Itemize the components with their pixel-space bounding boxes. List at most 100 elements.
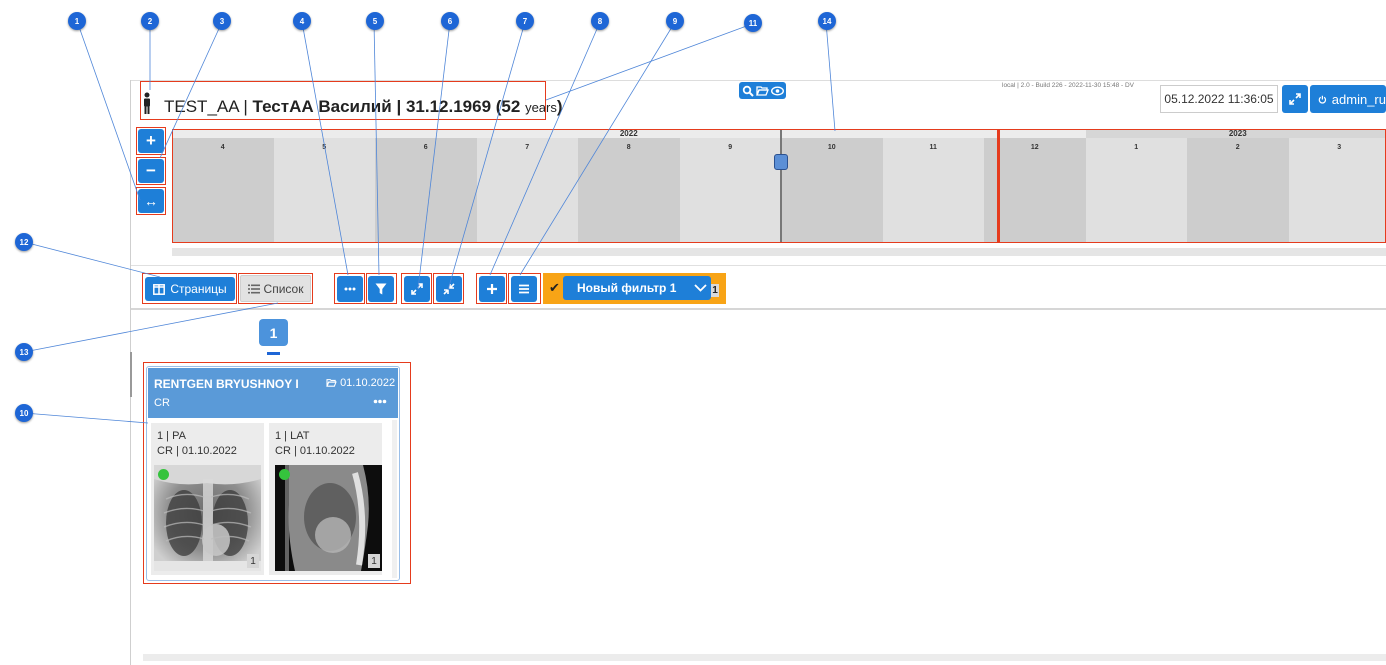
timeline-scrollbar[interactable]: [172, 248, 1386, 256]
annotation-callout: 7: [516, 12, 534, 30]
filter-select[interactable]: Новый фильтр 1: [563, 276, 711, 300]
timeline-month: 3: [1288, 138, 1386, 242]
add-button[interactable]: [479, 276, 505, 302]
separator: |: [243, 97, 248, 116]
timeline-month: 2: [1187, 138, 1289, 242]
more-options-button[interactable]: [337, 276, 363, 302]
ellipsis-icon: [344, 287, 356, 291]
patient-age-unit: years: [525, 100, 557, 115]
timeline-month: 11: [882, 138, 984, 242]
search-icon: [742, 85, 754, 97]
plus-icon: [487, 284, 497, 294]
compress-icon: [443, 283, 455, 295]
study-date-text: 01.10.2022: [340, 377, 396, 389]
image-count: 1: [368, 554, 380, 568]
page-tab-1[interactable]: 1: [259, 319, 288, 346]
columns-icon: [153, 283, 166, 295]
annotation-callout: 1: [68, 12, 86, 30]
timeline-year: 2022: [172, 129, 1086, 138]
app-top-border: [131, 80, 1386, 81]
expand-icon: [1289, 93, 1301, 105]
check-icon[interactable]: ✔: [549, 280, 560, 296]
series-info: CR | 01.10.2022: [157, 445, 237, 457]
zoom-out-button[interactable]: −: [138, 159, 164, 183]
card-scrollbar[interactable]: [392, 420, 397, 578]
pages-view-label: Страницы: [170, 282, 227, 296]
folder-open-icon: [755, 86, 769, 96]
image-count: 1: [247, 554, 259, 568]
series-info: CR | 01.10.2022: [275, 445, 355, 457]
pages-view-button[interactable]: Страницы: [145, 277, 235, 301]
build-info: local | 2.0 - Build 226 - 2022-11-30 15:…: [1002, 82, 1135, 89]
series-thumbnail[interactable]: 1 | LAT CR | 01.10.2022 1: [269, 423, 382, 575]
separator: |: [396, 97, 402, 116]
eye-icon: [770, 86, 784, 95]
timeline-month: 9: [679, 138, 781, 242]
page-tab-active-indicator: [267, 352, 280, 355]
filter-name: Новый фильтр 1: [577, 281, 677, 295]
zoom-fit-button[interactable]: ↔: [138, 189, 164, 213]
xray-image[interactable]: 1: [275, 465, 382, 571]
series-number: 1 | LAT: [275, 430, 310, 442]
annotation-callout: 6: [441, 12, 459, 30]
study-modality: CR: [154, 397, 170, 409]
user-logout-button[interactable]: admin_ru: [1310, 85, 1386, 113]
study-card-header[interactable]: RENTGEN BRYUSHNOY I 01.10.2022 CR: [148, 368, 398, 418]
zoom-in-button[interactable]: +: [138, 129, 164, 153]
patient-age: (52: [495, 97, 521, 116]
person-icon: [144, 92, 150, 114]
timeline-month: 1: [1085, 138, 1187, 242]
annotation-callout: 2: [141, 12, 159, 30]
timeline-year: 2023: [1085, 129, 1386, 138]
power-icon: [1318, 95, 1327, 104]
fullscreen-button[interactable]: [1282, 85, 1308, 113]
annotation-callout: 4: [293, 12, 311, 30]
patient-header: TEST_AA | ТестАА Василий | 31.12.1969 (5…: [164, 97, 563, 117]
timeline-today-marker: [997, 129, 1000, 242]
list-view-button[interactable]: Список: [240, 275, 311, 302]
series-thumbnail[interactable]: 1 | PA CR | 01.10.2022 1: [151, 423, 264, 575]
search-tools-button[interactable]: [739, 82, 786, 99]
timeline[interactable]: 4 5 6 7 8 9 10 11 12 1 2 3 2022 2023: [172, 129, 1386, 242]
collapse-all-button[interactable]: [436, 276, 462, 302]
ellipsis-icon[interactable]: [373, 399, 387, 404]
xray-image[interactable]: 1: [154, 465, 261, 571]
chevron-down-icon: [694, 284, 708, 292]
side-marker: [130, 352, 132, 397]
study-date: 01.10.2022: [326, 377, 395, 389]
timeline-month: 5: [273, 138, 375, 242]
timeline-cursor: [780, 129, 782, 242]
series-number: 1 | PA: [157, 430, 186, 442]
annotation-callout: 11: [744, 14, 762, 32]
annotation-callout: 5: [366, 12, 384, 30]
filter-icon: [375, 283, 387, 295]
list-icon: [247, 284, 260, 293]
main-scrollbar[interactable]: [143, 654, 1386, 661]
chest-lat-image: [275, 465, 382, 571]
timeline-month: 6: [375, 138, 477, 242]
annotation-callout: 3: [213, 12, 231, 30]
study-title: RENTGEN BRYUSHNOY I: [154, 377, 299, 391]
list-view-label: Список: [263, 281, 304, 296]
status-dot: [158, 469, 169, 480]
expand-icon: [411, 283, 423, 295]
annotation-callout: 13: [15, 343, 33, 361]
menu-button[interactable]: [511, 276, 537, 302]
annotation-callout: 9: [666, 12, 684, 30]
annotation-callout: 14: [818, 12, 836, 30]
chest-pa-image: [154, 465, 261, 571]
expand-all-button[interactable]: [404, 276, 430, 302]
timeline-month: 4: [172, 138, 274, 242]
current-datetime: 05.12.2022 11:36:05: [1160, 85, 1278, 113]
patient-name: ТестАА Василий: [252, 97, 392, 116]
filter-button[interactable]: [368, 276, 394, 302]
patient-birth-date: 31.12.1969: [405, 97, 492, 116]
timeline-month: 7: [476, 138, 578, 242]
toolbar-divider: [131, 265, 1386, 266]
patient-id: TEST_AA: [164, 97, 239, 116]
toolbar-bottom-divider: [131, 308, 1386, 310]
folder-open-icon: [326, 379, 337, 387]
hamburger-icon: [519, 284, 529, 294]
timeline-month: 10: [781, 138, 883, 242]
timeline-handle[interactable]: [774, 154, 788, 170]
